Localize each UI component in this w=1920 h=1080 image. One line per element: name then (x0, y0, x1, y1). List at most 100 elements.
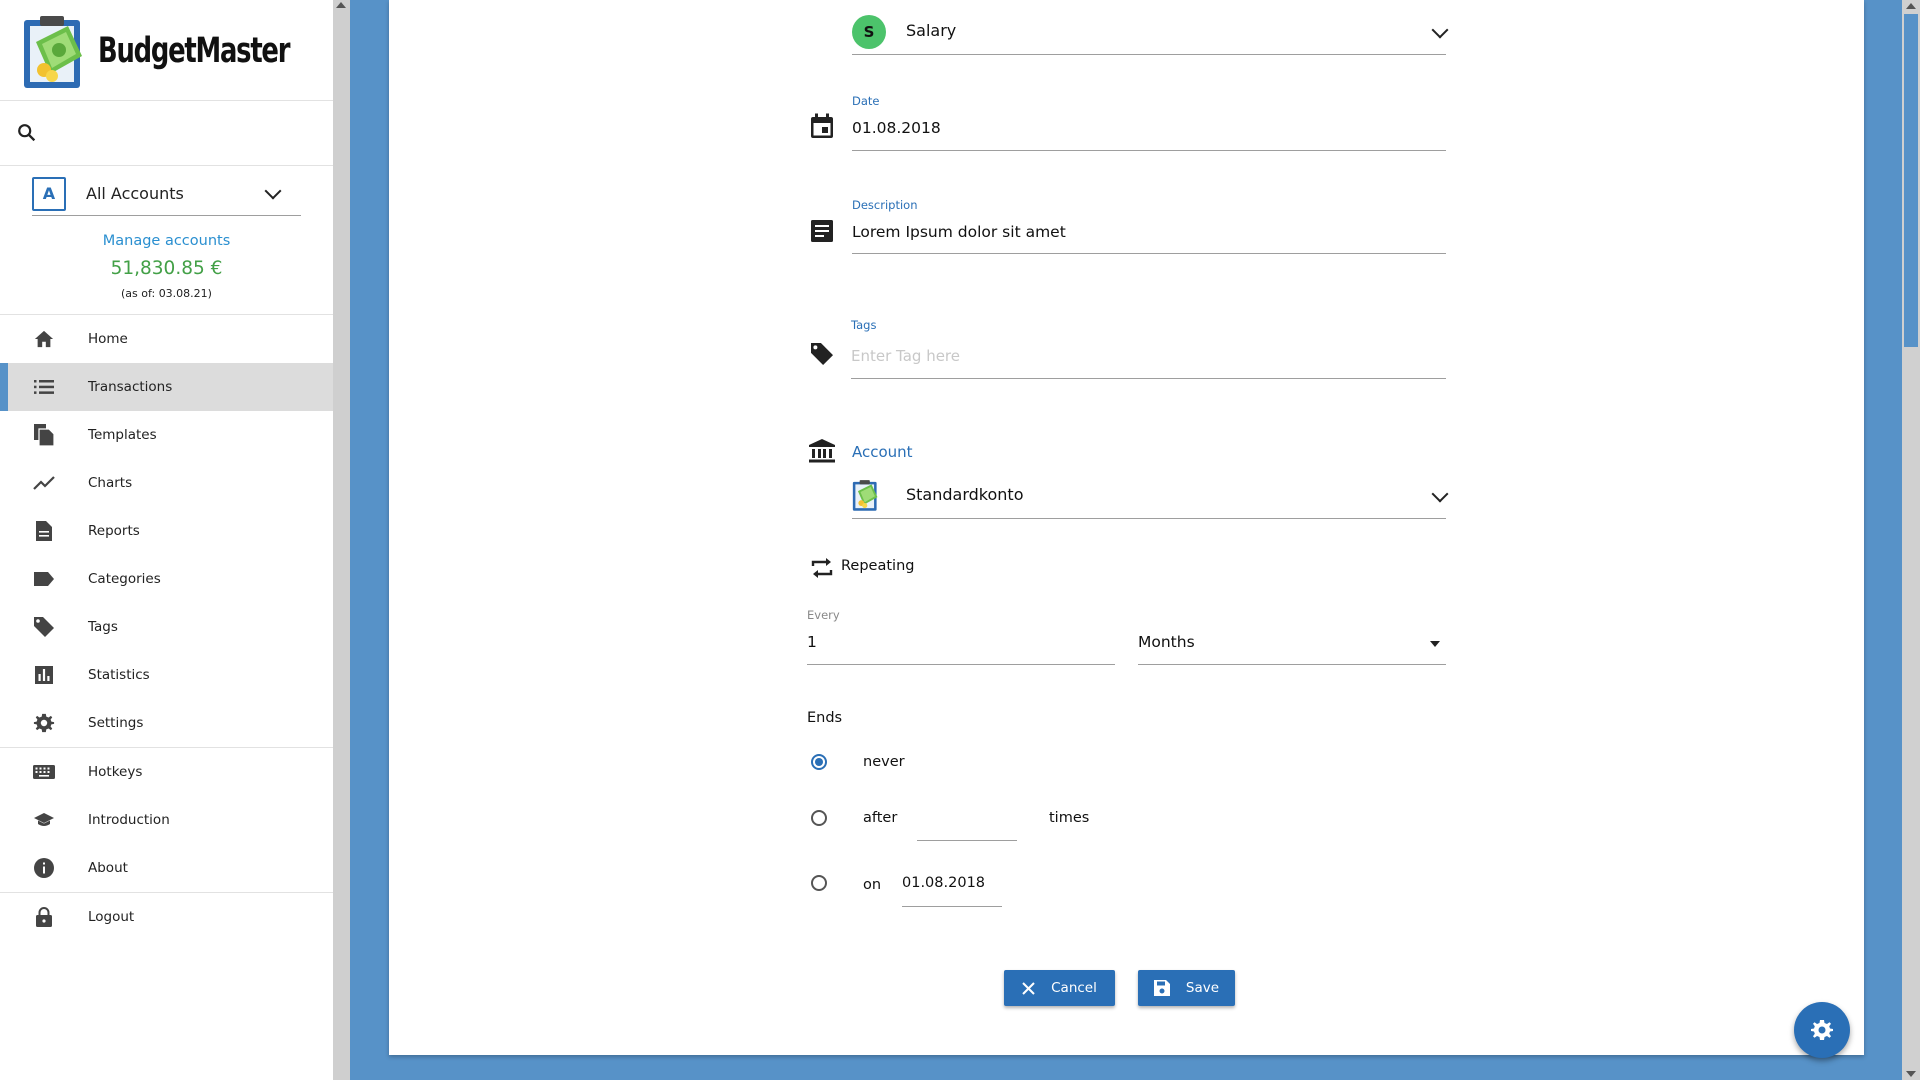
nav-item-home[interactable]: Home (0, 315, 333, 363)
school-icon (32, 808, 56, 832)
nav-item-label: Home (88, 331, 128, 347)
nav-item-hotkeys[interactable]: Hotkeys (0, 748, 333, 796)
date-input[interactable]: 01.08.2018 (852, 119, 941, 137)
home-icon (32, 327, 56, 351)
nav-item-templates[interactable]: Templates (0, 411, 333, 459)
ends-times-label: times (1049, 810, 1090, 826)
description-icon (32, 519, 56, 543)
account-badge: A (32, 176, 66, 211)
nav-item-statistics[interactable]: Statistics (0, 651, 333, 699)
label-icon (32, 567, 56, 591)
description-icon (809, 218, 835, 244)
every-underline (807, 664, 1115, 665)
save-button[interactable]: Save (1138, 970, 1235, 1006)
nav-item-charts[interactable]: Charts (0, 459, 333, 507)
scrollbar-thumb[interactable] (1904, 14, 1918, 347)
tag-icon (809, 341, 835, 367)
nav-item-categories[interactable]: Categories (0, 555, 333, 603)
nav-item-tags[interactable]: Tags (0, 603, 333, 651)
nav-item-label: Hotkeys (88, 764, 143, 780)
gear-icon (1811, 1020, 1833, 1040)
account-underline (852, 518, 1446, 519)
chevron-down-icon (1431, 21, 1449, 39)
close-icon (1022, 981, 1035, 995)
category-underline (852, 54, 1446, 55)
chevron-down-icon (1431, 485, 1449, 503)
repeat-unit-select[interactable]: Months (1138, 625, 1446, 665)
main-scrollbar[interactable] (1902, 0, 1920, 1080)
nav-item-label: Reports (88, 523, 140, 539)
info-icon (32, 856, 56, 880)
account-logo-icon (852, 478, 880, 516)
sidebar-scrollbar[interactable] (333, 0, 350, 1080)
ends-after-count-input[interactable] (917, 800, 1017, 840)
account-select[interactable]: Standardkonto (852, 476, 1449, 516)
category-select[interactable]: S Salary (852, 12, 1449, 54)
keyboard-icon (32, 760, 56, 784)
nav-item-introduction[interactable]: Introduction (0, 796, 333, 844)
repeat-unit-value: Months (1138, 633, 1195, 651)
tag-icon (32, 615, 56, 639)
ends-never-radio[interactable] (811, 754, 827, 770)
ends-never-label: never (863, 754, 905, 770)
gear-icon (32, 711, 56, 735)
account-balance: 51,830.85 € (110, 258, 223, 279)
app-name: BudgetMaster (98, 31, 290, 71)
repeat-icon (809, 555, 835, 581)
nav-item-transactions[interactable]: Transactions (0, 363, 333, 411)
settings-fab-button[interactable] (1794, 1002, 1850, 1058)
description-input[interactable]: Lorem Ipsum dolor sit amet (852, 223, 1066, 241)
lock-icon (32, 905, 56, 929)
account-label: Account (852, 443, 913, 461)
description-label: Description (852, 198, 918, 212)
ends-after-radio[interactable] (811, 810, 827, 826)
nav-item-logout[interactable]: Logout (0, 893, 333, 941)
search-icon (18, 124, 36, 142)
nav-item-label: About (88, 860, 128, 876)
account-value: Standardkonto (906, 485, 1024, 504)
cancel-button[interactable]: Cancel (1004, 970, 1115, 1006)
nav-item-settings[interactable]: Settings (0, 699, 333, 747)
scroll-up-arrow-icon[interactable] (336, 2, 346, 8)
date-label: Date (852, 94, 880, 108)
balance-date: (as of: 03.08.21) (121, 287, 212, 300)
nav-item-label: Introduction (88, 812, 170, 828)
ends-after-label: after (863, 810, 898, 826)
tags-label: Tags (851, 318, 877, 332)
app-logo[interactable]: BudgetMaster (22, 12, 331, 90)
file-copy-icon (32, 423, 56, 447)
nav-item-label: Categories (88, 571, 161, 587)
ends-on-date-input[interactable]: 01.08.2018 (902, 875, 985, 891)
transaction-form-card: S Salary Date 01.08.2018 Description Lor… (389, 0, 1864, 1055)
nav-item-label: Logout (88, 909, 135, 925)
chevron-down-icon (264, 182, 282, 199)
description-underline (852, 253, 1446, 254)
search-button[interactable] (16, 122, 38, 148)
nav-item-label: Settings (88, 715, 144, 731)
every-label: Every (807, 608, 840, 622)
nav-item-label: Statistics (88, 667, 150, 683)
nav-item-label: Tags (88, 619, 118, 635)
list-icon (32, 375, 56, 399)
calendar-icon (809, 113, 835, 139)
date-underline (852, 150, 1446, 151)
ends-on-label: on (863, 877, 882, 893)
scroll-up-arrow-icon[interactable] (1906, 3, 1916, 9)
category-badge: S (852, 15, 886, 49)
manage-accounts-link[interactable]: Manage accounts (0, 233, 333, 249)
tags-input[interactable]: Enter Tag here (851, 347, 960, 365)
tags-underline (851, 378, 1446, 379)
sidebar: BudgetMaster A All Accounts Manage accou… (0, 0, 333, 1080)
divider (0, 165, 333, 166)
nav-item-label: Charts (88, 475, 133, 491)
budgetmaster-logo-icon (22, 12, 88, 90)
ends-on-radio[interactable] (811, 875, 827, 891)
nav-item-label: Transactions (88, 379, 173, 395)
every-input[interactable]: 1 (807, 633, 817, 651)
scroll-down-arrow-icon[interactable] (1906, 1071, 1916, 1077)
nav-item-reports[interactable]: Reports (0, 507, 333, 555)
cancel-button-label: Cancel (1051, 980, 1097, 996)
nav-item-about[interactable]: About (0, 844, 333, 892)
nav-item-label: Templates (88, 427, 157, 443)
account-select[interactable]: A All Accounts (32, 172, 301, 216)
